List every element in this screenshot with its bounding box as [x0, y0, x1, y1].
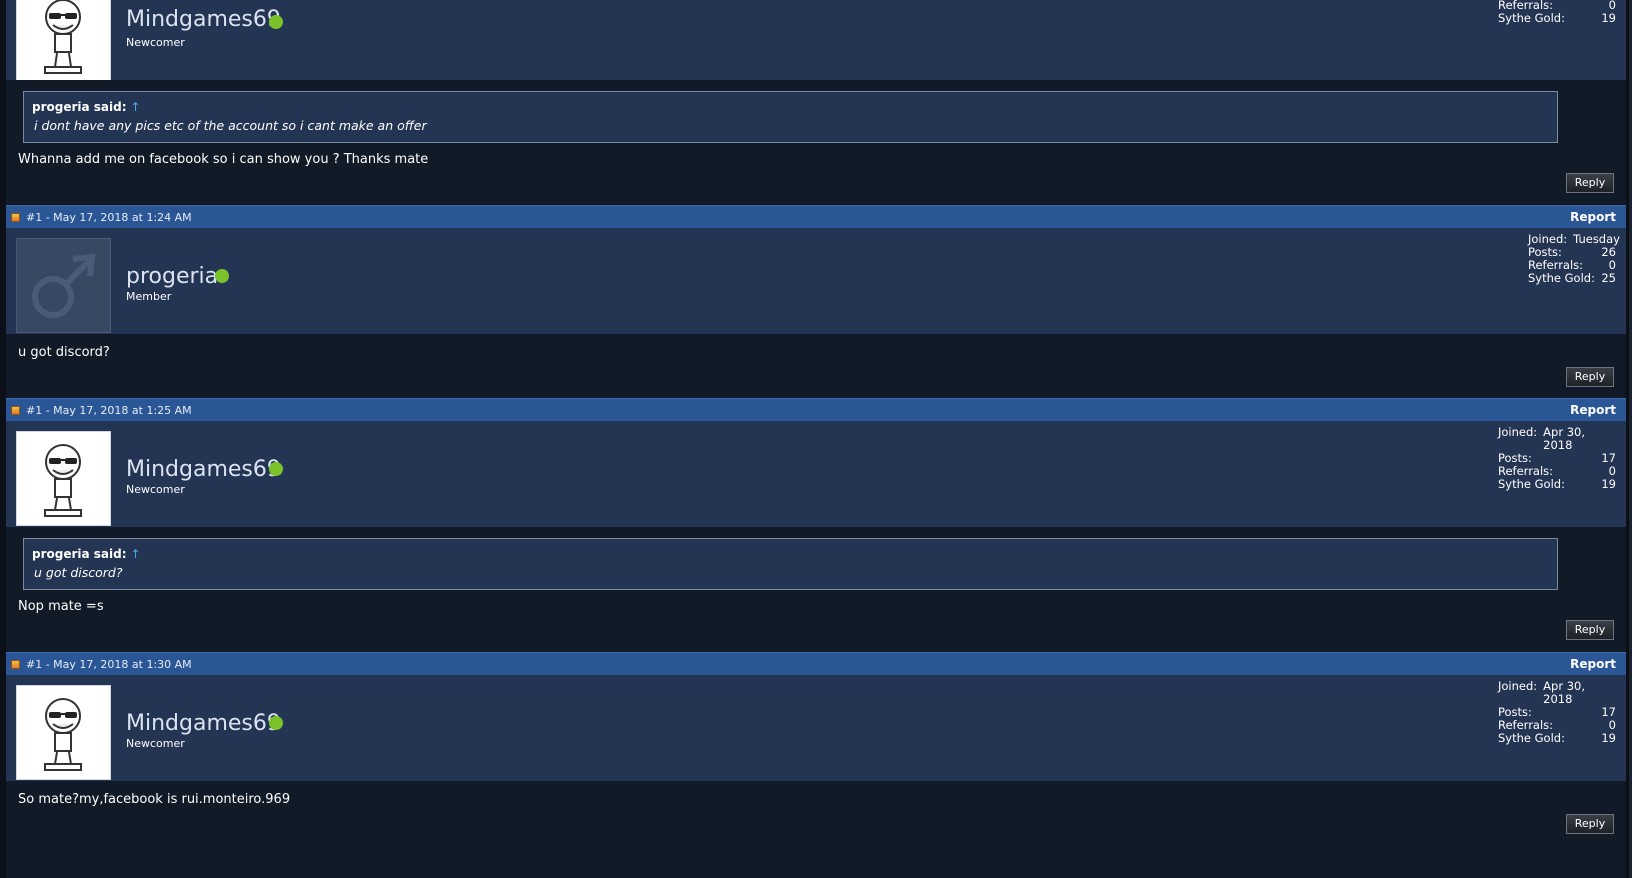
post-permalink[interactable]: #1 - May 17, 2018 at 1:24 AM [26, 211, 192, 224]
post-info-bar: #1 - May 17, 2018 at 1:25 AM Report [6, 398, 1626, 421]
avatar[interactable] [16, 431, 111, 526]
reply-button[interactable]: Reply [1566, 620, 1614, 640]
post-body: progeria said: ↑ i dont have any pics etc… [6, 80, 1626, 204]
user-stats: Referrals: 0 Sythe Gold: 19 [1498, 0, 1616, 25]
post-message: u got discord? [18, 345, 110, 360]
stat-value: 19 [1601, 11, 1616, 25]
quote-author-name: progeria said: [32, 547, 127, 561]
post-user-header: Mindgames69 Newcomer Joined: Apr 30, 201… [6, 675, 1626, 781]
post-permalink[interactable]: #1 - May 17, 2018 at 1:25 AM [26, 404, 192, 417]
quote-jump-icon[interactable]: ↑ [131, 100, 141, 114]
avatar[interactable] [16, 0, 111, 87]
quote-box: progeria said: ↑ u got discord? [23, 538, 1558, 590]
stat-joined: Joined: Apr 30, 2018 [1498, 426, 1616, 452]
avatar[interactable] [16, 238, 111, 333]
stat-label: Joined: [1498, 425, 1538, 439]
report-link[interactable]: Report [1570, 210, 1616, 224]
post-icon [11, 406, 20, 415]
user-rank: Member [126, 290, 172, 303]
quote-text: i dont have any pics etc of the account … [34, 118, 427, 133]
post-icon [11, 213, 20, 222]
post-permalink[interactable]: #1 - May 17, 2018 at 1:30 AM [26, 658, 192, 671]
stat-gold: Sythe Gold: 19 [1498, 12, 1616, 25]
troll-face-icon [44, 698, 82, 771]
reply-button[interactable]: Reply [1566, 814, 1614, 834]
post-user-header: Mindgames69 Newcomer Joined: Apr 30, 201… [6, 421, 1626, 527]
troll-face-icon [44, 444, 82, 517]
post-user-header: progeria Member Joined: Tuesday Posts: 2… [6, 228, 1626, 334]
online-status-icon [269, 716, 283, 730]
user-stats: Joined: Tuesday Posts: 26 Referrals: 0 S… [1528, 233, 1620, 285]
online-status-icon [269, 15, 283, 29]
quote-jump-icon[interactable]: ↑ [131, 547, 141, 561]
post-user-header: Mindgames69 Newcomer Referrals: 0 Sythe … [6, 0, 1626, 87]
post-message: Whanna add me on facebook so i can show … [18, 152, 429, 167]
stat-label: Sythe Gold: [1498, 477, 1565, 491]
user-rank: Newcomer [126, 36, 185, 49]
reply-button[interactable]: Reply [1566, 173, 1614, 193]
user-rank: Newcomer [126, 483, 185, 496]
stat-label: Sythe Gold: [1498, 11, 1565, 25]
user-stats: Joined: Apr 30, 2018 Posts: 17 Referrals… [1498, 426, 1616, 491]
post-icon [11, 660, 20, 669]
stat-label: Sythe Gold: [1528, 271, 1595, 285]
post-info-bar: #1 - May 17, 2018 at 1:24 AM Report [6, 205, 1626, 228]
reply-button[interactable]: Reply [1566, 367, 1614, 387]
online-status-icon [269, 462, 283, 476]
stat-gold: Sythe Gold: 25 [1528, 272, 1616, 285]
stat-value: 25 [1601, 271, 1616, 285]
post-body: progeria said: ↑ u got discord? Nop mate … [6, 527, 1626, 652]
username[interactable]: Mindgames69 [126, 7, 281, 32]
stat-gold: Sythe Gold: 19 [1498, 732, 1616, 745]
thread-posts: Mindgames69 Newcomer Referrals: 0 Sythe … [6, 0, 1626, 878]
troll-face-icon [44, 0, 82, 74]
post-message: So mate?my,facebook is rui.monteiro.969 [18, 792, 291, 807]
stat-value: 19 [1601, 477, 1616, 491]
quote-text: u got discord? [34, 565, 123, 580]
avatar[interactable] [16, 685, 111, 780]
stat-value: Apr 30, 2018 [1543, 425, 1586, 452]
quote-box: progeria said: ↑ i dont have any pics etc… [23, 91, 1558, 143]
quote-author: progeria said: ↑ [32, 547, 141, 561]
report-link[interactable]: Report [1570, 403, 1616, 417]
online-status-icon [215, 269, 229, 283]
quote-author-name: progeria said: [32, 100, 127, 114]
stat-label: Sythe Gold: [1498, 731, 1565, 745]
stat-joined: Joined: Apr 30, 2018 [1498, 680, 1616, 706]
user-stats: Joined: Apr 30, 2018 Posts: 17 Referrals… [1498, 680, 1616, 745]
stat-gold: Sythe Gold: 19 [1498, 478, 1616, 491]
user-rank: Newcomer [126, 737, 185, 750]
username[interactable]: progeria [126, 264, 218, 289]
stat-label: Joined: [1498, 679, 1538, 693]
thread-page: Mindgames69 Newcomer Referrals: 0 Sythe … [0, 0, 1632, 878]
stat-value: 19 [1601, 731, 1616, 745]
username[interactable]: Mindgames69 [126, 457, 281, 482]
male-symbol-icon [32, 253, 96, 318]
post-message: Nop mate =s [18, 599, 104, 614]
post-body: u got discord? Reply [6, 334, 1626, 398]
report-link[interactable]: Report [1570, 657, 1616, 671]
quote-author: progeria said: ↑ [32, 100, 141, 114]
username[interactable]: Mindgames69 [126, 711, 281, 736]
post-info-bar: #1 - May 17, 2018 at 1:30 AM Report [6, 652, 1626, 675]
stat-value: Apr 30, 2018 [1543, 679, 1586, 706]
post-body: So mate?my,facebook is rui.monteiro.969 … [6, 781, 1626, 878]
